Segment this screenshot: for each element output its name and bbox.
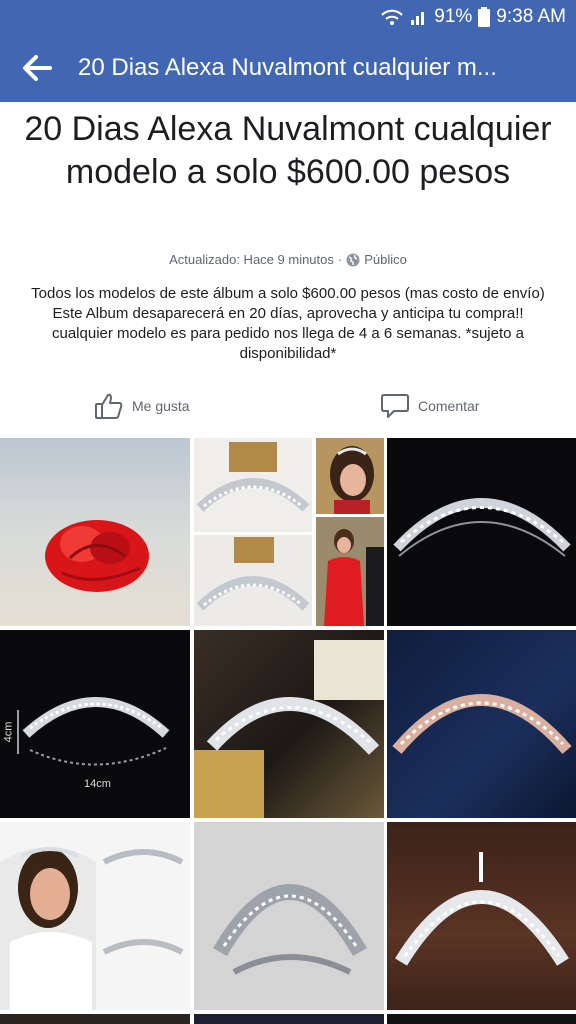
photo-tiara-2[interactable]: [387, 438, 576, 626]
photo-partial-1[interactable]: [0, 1014, 190, 1024]
album-meta: Actualizado: Hace 9 minutos · Público: [0, 252, 576, 267]
width-label: 14cm: [84, 778, 111, 790]
portrait-image: [330, 446, 374, 514]
comment-label: Comentar: [418, 398, 480, 414]
photo-tiara-1b[interactable]: [194, 535, 312, 626]
tiara-image: [196, 537, 310, 611]
photo-tiara-5[interactable]: [387, 630, 576, 818]
meta-separator: ·: [337, 252, 343, 267]
album-description: Todos los modelos de este álbum a solo $…: [31, 285, 545, 362]
album-title: 20 Dias Alexa Nuvalmont cualquier modelo…: [24, 110, 552, 191]
photo-royal-1[interactable]: [316, 438, 384, 514]
photo-royal-3[interactable]: [0, 822, 190, 1010]
tiara-image: [196, 442, 310, 512]
like-button[interactable]: Me gusta: [94, 392, 190, 420]
tiara-image: [213, 884, 367, 975]
like-label: Me gusta: [132, 398, 190, 414]
bride-image: [0, 847, 184, 1010]
photo-tiara-6[interactable]: [194, 822, 384, 1010]
thumbs-up-icon: [95, 393, 123, 419]
rose-image: [45, 520, 149, 592]
comment-button[interactable]: Comentar: [380, 392, 479, 420]
photo-tiara-4[interactable]: [194, 630, 384, 818]
signal-icon: [411, 12, 425, 25]
status-bar: 91% 9:38 AM: [0, 0, 576, 34]
globe-icon: [346, 253, 360, 266]
photo-tiara-7[interactable]: [387, 822, 576, 1010]
battery-icon: [478, 7, 491, 27]
photo-partial-2[interactable]: [194, 1014, 384, 1024]
action-bar: Me gusta Comentar: [0, 388, 576, 428]
comment-icon: [381, 394, 409, 418]
photo-tiara-3[interactable]: 4cm 14cm: [0, 630, 190, 818]
height-label: 4cm: [2, 721, 15, 743]
battery-percent: 91%: [434, 6, 473, 27]
photo-red-rose[interactable]: [0, 438, 190, 626]
app-bar: 20 Dias Alexa Nuvalmont cualquier m...: [0, 34, 576, 102]
tiara-image: [194, 640, 384, 818]
updated-text: Actualizado: Hace 9 minutos: [169, 252, 334, 267]
photo-grid: 4cm 14cm: [0, 438, 576, 1024]
tiara-image: [395, 852, 569, 966]
status-time: 9:38 AM: [496, 6, 566, 27]
arrow-left-icon[interactable]: [22, 54, 52, 82]
photo-partial-3[interactable]: [387, 1014, 576, 1024]
tiara-image: [392, 694, 572, 754]
wifi-icon: [381, 9, 403, 25]
photo-tiara-1a[interactable]: [194, 438, 312, 532]
privacy-text: Público: [364, 252, 407, 267]
app-bar-title: 20 Dias Alexa Nuvalmont cualquier m...: [78, 54, 497, 81]
tiara-image: [393, 498, 571, 557]
photo-royal-2[interactable]: [316, 517, 384, 626]
portrait-image: [324, 529, 384, 626]
